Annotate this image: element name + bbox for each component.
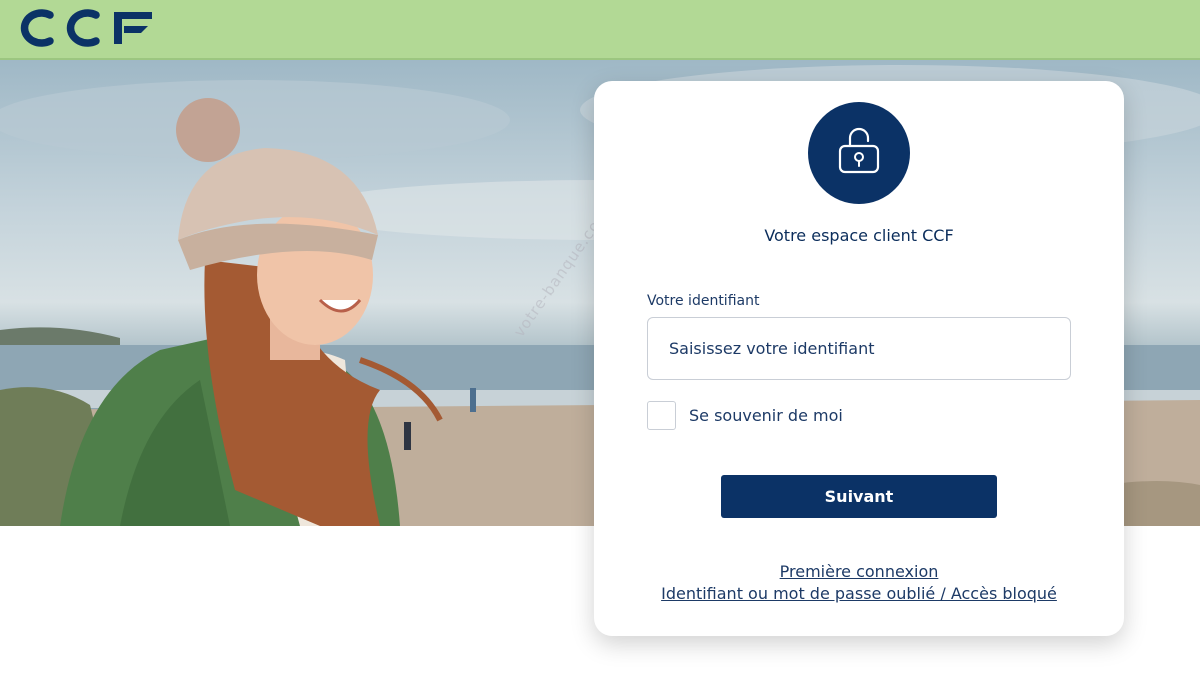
ccf-logo[interactable] bbox=[14, 6, 154, 54]
login-card: Votre espace client CCF Votre identifian… bbox=[594, 81, 1124, 636]
remember-me-label[interactable]: Se souvenir de moi bbox=[689, 406, 843, 425]
identifier-input[interactable] bbox=[647, 317, 1071, 380]
top-bar bbox=[0, 0, 1200, 60]
lock-badge bbox=[808, 102, 910, 204]
next-button[interactable]: Suivant bbox=[721, 475, 997, 518]
remember-me-checkbox[interactable] bbox=[647, 401, 676, 430]
first-login-link[interactable]: Première connexion bbox=[594, 561, 1124, 583]
card-title: Votre espace client CCF bbox=[764, 226, 954, 245]
help-links: Première connexion Identifiant ou mot de… bbox=[594, 561, 1124, 605]
ccf-logo-mark bbox=[20, 9, 152, 47]
forgot-credentials-link[interactable]: Identifiant ou mot de passe oublié / Acc… bbox=[594, 583, 1124, 605]
remember-me: Se souvenir de moi bbox=[647, 401, 843, 430]
unlock-icon bbox=[836, 126, 882, 180]
identifier-label: Votre identifiant bbox=[647, 293, 760, 309]
